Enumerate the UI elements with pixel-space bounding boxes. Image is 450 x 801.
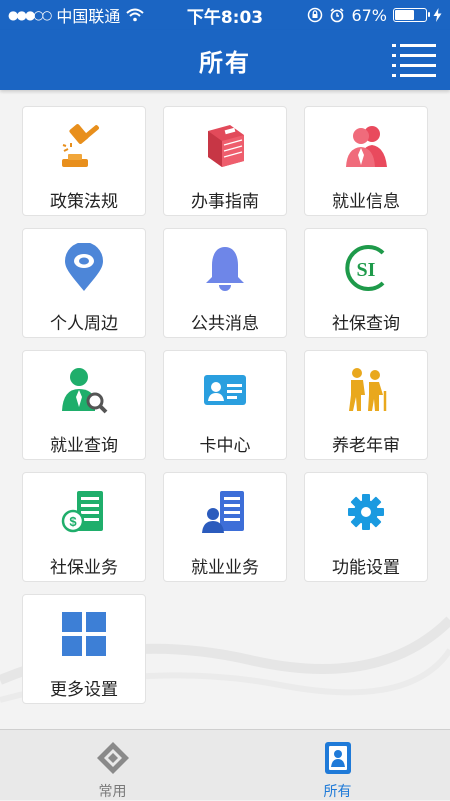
tab-label: 常用	[98, 784, 127, 800]
tile-employment-info[interactable]: 就业信息	[304, 106, 428, 216]
diamond-icon	[96, 742, 129, 774]
signal-strength-icon: ●●●○○	[8, 8, 52, 22]
navigation-bar: 所有	[0, 30, 450, 90]
si-logo-icon: SI	[345, 245, 385, 291]
contact-card-icon	[324, 742, 351, 774]
tile-employment-business[interactable]: 就业业务	[163, 472, 287, 582]
person-doc-icon	[202, 491, 244, 533]
tab-all[interactable]: 所有	[225, 730, 450, 800]
svg-text:SI: SI	[357, 259, 376, 281]
tile-social-security-business[interactable]: $ 社保业务	[22, 472, 146, 582]
svg-text:$: $	[69, 514, 77, 529]
tile-label: 公共消息	[191, 314, 259, 334]
tile-label: 政策法规	[50, 192, 118, 212]
tile-employment-query[interactable]: 就业查询	[22, 350, 146, 460]
tile-pension-review[interactable]: 养老年审	[304, 350, 428, 460]
charging-icon	[433, 8, 442, 22]
elderly-icon	[349, 368, 387, 411]
book-icon	[208, 125, 244, 167]
people-icon	[346, 126, 387, 167]
battery-icon	[393, 8, 430, 22]
tile-function-settings[interactable]: 功能设置	[304, 472, 428, 582]
grid-icon	[62, 612, 106, 656]
tile-label: 就业业务	[191, 558, 259, 578]
tile-label: 功能设置	[332, 558, 400, 578]
tile-label: 就业信息	[332, 192, 400, 212]
tile-label: 个人周边	[50, 314, 118, 334]
battery-percent: 67%	[351, 5, 387, 25]
rotation-lock-icon	[308, 7, 323, 23]
tile-nearby[interactable]: 个人周边	[22, 228, 146, 338]
tab-label: 所有	[323, 784, 352, 800]
tile-public-news[interactable]: 公共消息	[163, 228, 287, 338]
tile-guide[interactable]: 办事指南	[163, 106, 287, 216]
id-card-icon	[204, 375, 246, 405]
tile-policy[interactable]: 政策法规	[22, 106, 146, 216]
tile-label: 更多设置	[50, 680, 118, 700]
page-title: 所有	[199, 48, 251, 77]
tile-label: 卡中心	[199, 436, 251, 456]
tile-card-center[interactable]: 卡中心	[163, 350, 287, 460]
gear-icon	[348, 494, 384, 530]
list-menu-icon	[392, 44, 436, 77]
money-doc-icon: $	[61, 491, 103, 533]
location-pin-icon	[65, 243, 103, 291]
status-bar: ●●●○○ 中国联通 下午8:03 67%	[0, 0, 450, 30]
carrier-label: 中国联通	[56, 7, 121, 26]
tile-label: 养老年审	[332, 436, 400, 456]
tile-social-security-query[interactable]: SI 社保查询	[304, 228, 428, 338]
tab-common[interactable]: 常用	[0, 730, 225, 800]
bottom-tab-bar: 常用 所有	[0, 729, 450, 800]
menu-button[interactable]	[392, 42, 436, 78]
gavel-icon	[62, 124, 99, 167]
tile-label: 办事指南	[191, 192, 259, 212]
bell-icon	[206, 247, 244, 291]
tile-label: 就业查询	[50, 436, 118, 456]
tile-more-settings[interactable]: 更多设置	[22, 594, 146, 704]
tile-label: 社保查询	[332, 314, 400, 334]
person-search-icon	[62, 368, 108, 414]
alarm-icon	[330, 8, 344, 23]
wifi-icon	[126, 8, 145, 22]
tile-label: 社保业务	[50, 558, 118, 578]
